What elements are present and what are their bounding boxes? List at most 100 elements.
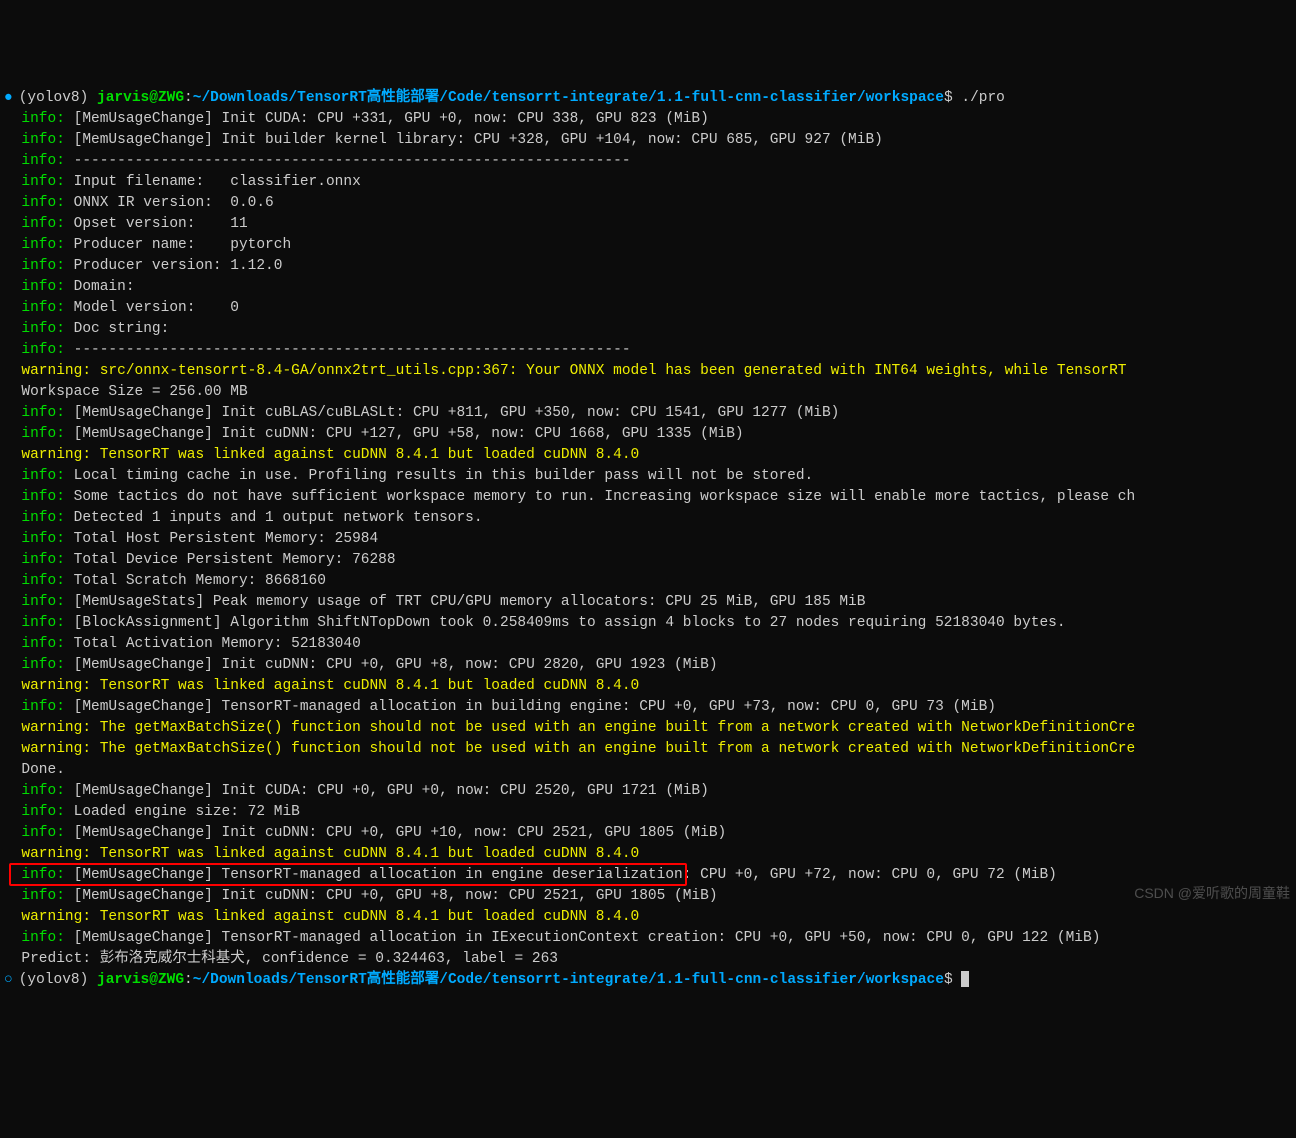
log-level: info: [21, 783, 65, 799]
log-level: info: [21, 132, 65, 148]
log-line: info: Detected 1 inputs and 1 output net… [4, 508, 1296, 529]
log-level: info: [21, 657, 65, 673]
log-text: TensorRT was linked against cuDNN 8.4.1 … [91, 846, 639, 862]
log-text: [MemUsageStats] Peak memory usage of TRT… [65, 594, 866, 610]
log-level: info: [21, 426, 65, 442]
log-level: warning: [21, 363, 91, 379]
log-text: [MemUsageChange] Init cuDNN: CPU +0, GPU… [65, 825, 726, 841]
log-text: ONNX IR version: 0.0.6 [65, 195, 274, 211]
log-line: info: [MemUsageChange] Init CUDA: CPU +0… [4, 781, 1296, 802]
log-line: info: [MemUsageChange] Init cuDNN: CPU +… [4, 823, 1296, 844]
log-level: warning: [21, 720, 91, 736]
log-level: info: [21, 699, 65, 715]
log-text: Doc string: [65, 321, 230, 337]
log-line: info: ----------------------------------… [4, 151, 1296, 172]
log-line: warning: The getMaxBatchSize() function … [4, 718, 1296, 739]
log-level: info: [21, 279, 65, 295]
log-text: [BlockAssignment] Algorithm ShiftNTopDow… [65, 615, 1066, 631]
log-text: Loaded engine size: 72 MiB [65, 804, 300, 820]
log-line: info: ----------------------------------… [4, 340, 1296, 361]
env-name: (yolov8) [19, 90, 97, 106]
log-level: info: [21, 216, 65, 232]
log-level: info: [21, 195, 65, 211]
log-level: info: [21, 888, 65, 904]
log-line: warning: src/onnx-tensorrt-8.4-GA/onnx2t… [4, 361, 1296, 382]
log-line: info: Total Device Persistent Memory: 76… [4, 550, 1296, 571]
sep: : [184, 90, 193, 106]
log-line: info: Domain: [4, 277, 1296, 298]
log-line: Workspace Size = 256.00 MB [4, 382, 1296, 403]
log-text: src/onnx-tensorrt-8.4-GA/onnx2trt_utils.… [91, 363, 1126, 379]
log-level: info: [21, 300, 65, 316]
log-level: info: [21, 867, 65, 883]
log-line: info: Input filename: classifier.onnx [4, 172, 1296, 193]
env-name: (yolov8) [19, 972, 97, 988]
bullet-icon: ○ [4, 972, 13, 988]
log-text: Detected 1 inputs and 1 output network t… [65, 510, 483, 526]
sep: : [184, 972, 193, 988]
log-text: Workspace Size = 256.00 MB [21, 384, 247, 400]
log-line: info: [MemUsageChange] Init cuDNN: CPU +… [4, 655, 1296, 676]
log-line: warning: TensorRT was linked against cuD… [4, 445, 1296, 466]
log-text: [MemUsageChange] Init cuDNN: CPU +0, GPU… [65, 888, 718, 904]
log-level: info: [21, 489, 65, 505]
bullet-icon: ● [4, 90, 13, 106]
log-line: info: [MemUsageChange] Init builder kern… [4, 130, 1296, 151]
log-level: warning: [21, 741, 91, 757]
log-text: [MemUsageChange] Init cuDNN: CPU +0, GPU… [65, 657, 718, 673]
log-line: info: [BlockAssignment] Algorithm ShiftN… [4, 613, 1296, 634]
log-text: TensorRT was linked against cuDNN 8.4.1 … [91, 447, 639, 463]
log-line: info: Some tactics do not have sufficien… [4, 487, 1296, 508]
log-line: info: [MemUsageChange] TensorRT-managed … [4, 865, 1296, 886]
log-level: warning: [21, 678, 91, 694]
log-line: info: Total Host Persistent Memory: 2598… [4, 529, 1296, 550]
log-level: info: [21, 930, 65, 946]
log-line: info: Loaded engine size: 72 MiB [4, 802, 1296, 823]
log-line: info: [MemUsageStats] Peak memory usage … [4, 592, 1296, 613]
log-line: warning: TensorRT was linked against cuD… [4, 844, 1296, 865]
log-line: info: Doc string: [4, 319, 1296, 340]
log-text: [MemUsageChange] TensorRT-managed alloca… [65, 867, 1057, 883]
log-text: [MemUsageChange] TensorRT-managed alloca… [65, 699, 996, 715]
log-text: ----------------------------------------… [65, 342, 631, 358]
log-level: info: [21, 342, 65, 358]
cursor-icon [961, 971, 969, 987]
log-level: info: [21, 825, 65, 841]
log-level: info: [21, 111, 65, 127]
log-level: info: [21, 510, 65, 526]
log-level: warning: [21, 846, 91, 862]
log-level: warning: [21, 447, 91, 463]
terminal-output[interactable]: ●(yolov8) jarvis@ZWG:~/Downloads/TensorR… [4, 88, 1296, 991]
log-level: info: [21, 804, 65, 820]
log-level: info: [21, 258, 65, 274]
log-text: Model version: 0 [65, 300, 239, 316]
log-line: info: ONNX IR version: 0.0.6 [4, 193, 1296, 214]
shell-prompt: ○(yolov8) jarvis@ZWG:~/Downloads/TensorR… [4, 970, 1296, 991]
log-line: info: [MemUsageChange] Init cuDNN: CPU +… [4, 424, 1296, 445]
log-text: Done. [21, 762, 65, 778]
log-level: info: [21, 615, 65, 631]
log-level: info: [21, 468, 65, 484]
log-text: Total Host Persistent Memory: 25984 [65, 531, 378, 547]
log-text: Producer version: 1.12.0 [65, 258, 283, 274]
log-text: Producer name: pytorch [65, 237, 291, 253]
prompt-dollar: $ [944, 972, 961, 988]
log-line: info: Producer version: 1.12.0 [4, 256, 1296, 277]
log-text: Opset version: 11 [65, 216, 248, 232]
log-text: Total Scratch Memory: 8668160 [65, 573, 326, 589]
log-level: info: [21, 405, 65, 421]
log-text: Total Device Persistent Memory: 76288 [65, 552, 396, 568]
shell-prompt: ●(yolov8) jarvis@ZWG:~/Downloads/TensorR… [4, 88, 1296, 109]
log-level: info: [21, 552, 65, 568]
log-text: [MemUsageChange] Init CUDA: CPU +331, GP… [65, 111, 709, 127]
log-line: info: [MemUsageChange] TensorRT-managed … [4, 928, 1296, 949]
log-level: info: [21, 153, 65, 169]
log-text: The getMaxBatchSize() function should no… [91, 741, 1135, 757]
log-level: info: [21, 531, 65, 547]
log-line: Predict: 彭布洛克威尔士科基犬, confidence = 0.3244… [4, 949, 1296, 970]
log-text: [MemUsageChange] Init cuDNN: CPU +127, G… [65, 426, 744, 442]
log-level: info: [21, 237, 65, 253]
cwd-path: ~/Downloads/TensorRT高性能部署/Code/tensorrt-… [193, 90, 944, 106]
log-level: info: [21, 594, 65, 610]
log-line: info: Total Activation Memory: 52183040 [4, 634, 1296, 655]
